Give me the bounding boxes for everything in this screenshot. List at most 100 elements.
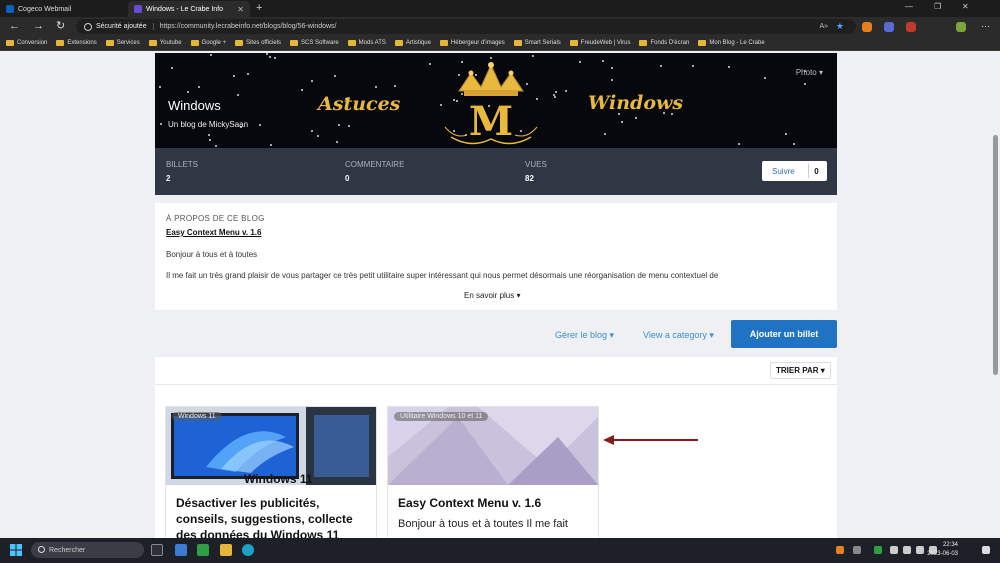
taskbar-search-input[interactable]: Rechercher xyxy=(31,542,144,558)
star-decoration xyxy=(336,141,338,143)
bookmark-label: Services xyxy=(116,40,140,46)
folder-icon xyxy=(235,40,244,46)
tray-icon[interactable] xyxy=(836,546,844,554)
bookmark-item[interactable]: Mon Blog - Le Crabe xyxy=(698,40,765,46)
edge-icon[interactable] xyxy=(242,544,254,556)
volume-icon[interactable] xyxy=(916,546,924,554)
star-decoration xyxy=(611,79,613,81)
star-decoration xyxy=(785,133,787,135)
category-tag[interactable]: Utilitaire Windows 10 et 11 xyxy=(394,412,489,421)
notification-icon[interactable] xyxy=(982,546,990,554)
bookmark-item[interactable]: Extensions xyxy=(56,40,97,46)
bookmark-item[interactable]: Artistique xyxy=(394,40,431,46)
close-window-icon[interactable]: ✕ xyxy=(962,2,969,11)
windows-start-icon[interactable] xyxy=(10,544,22,556)
profile-icon[interactable] xyxy=(956,22,966,32)
manage-blog-dropdown[interactable]: Gérer le blog ▾ xyxy=(555,330,614,341)
bookmark-item[interactable]: Smart Serials xyxy=(513,40,561,46)
star-decoration xyxy=(233,75,235,77)
maximize-icon[interactable]: ❐ xyxy=(934,2,941,11)
post-title[interactable]: Désactiver les publicités, conseils, sug… xyxy=(176,495,371,538)
read-more-button[interactable]: En savoir plus ▾ xyxy=(464,291,520,300)
folder-icon xyxy=(639,40,648,46)
tray-icon[interactable] xyxy=(874,546,882,554)
star-decoration xyxy=(209,139,211,141)
forward-icon[interactable]: → xyxy=(33,20,44,32)
tab-windows[interactable]: Windows - Le Crabe Info ✕ xyxy=(128,1,250,17)
posts-panel: TRIER PAR ▾ Windows 11 Windows 11 Désact… xyxy=(155,357,837,538)
bookmark-item[interactable]: Google + xyxy=(190,40,226,46)
blog-actions: Gérer le blog ▾ View a category ▾ Ajoute… xyxy=(155,317,837,352)
bookmark-item[interactable]: SCS Software xyxy=(289,40,339,46)
post-card[interactable]: Utilitaire Windows 10 et 11 Easy Context… xyxy=(387,406,599,538)
url-input[interactable]: Sécurité ajoutée https://community.lecra… xyxy=(76,19,856,34)
extension-icon[interactable] xyxy=(862,22,872,32)
star-decoration xyxy=(208,134,210,136)
star-decoration xyxy=(635,117,637,119)
store-icon[interactable] xyxy=(197,544,209,556)
network-icon[interactable] xyxy=(903,546,911,554)
new-tab-icon[interactable]: + xyxy=(256,1,262,15)
tray-icon[interactable] xyxy=(890,546,898,554)
about-post-link[interactable]: Easy Context Menu v. 1.6 xyxy=(166,228,261,237)
refresh-icon[interactable]: ↻ xyxy=(56,20,65,32)
menu-icon[interactable]: ⋯ xyxy=(981,20,990,32)
photo-button[interactable]: Photo ▾ xyxy=(796,68,823,77)
bookmark-item[interactable]: FreudeWeb | Virus xyxy=(569,40,630,46)
bookmark-label: Artistique xyxy=(405,40,431,46)
star-decoration xyxy=(171,67,173,69)
bookmark-item[interactable]: Services xyxy=(105,40,140,46)
bookmark-label: Mods ATS xyxy=(358,40,386,46)
star-decoration xyxy=(274,57,276,59)
bookmark-item[interactable]: Mods ATS xyxy=(347,40,386,46)
extension-icon[interactable] xyxy=(884,22,894,32)
post-excerpt: Bonjour à tous et à toutes Il me fait xyxy=(398,518,568,530)
star-decoration xyxy=(215,145,217,147)
tray-icon[interactable] xyxy=(853,546,861,554)
star-decoration xyxy=(311,130,313,132)
add-post-button[interactable]: Ajouter un billet xyxy=(731,320,837,348)
follow-label: Suivre xyxy=(772,166,795,176)
follow-button[interactable]: Suivre 0 xyxy=(762,161,827,181)
post-thumbnail[interactable]: Windows 11 Windows 11 xyxy=(166,407,376,485)
notepad-icon[interactable] xyxy=(175,544,187,556)
star-decoration xyxy=(311,80,313,82)
file-explorer-icon[interactable] xyxy=(220,544,232,556)
post-title[interactable]: Easy Context Menu v. 1.6 xyxy=(398,495,593,511)
search-icon xyxy=(38,546,45,553)
bookmark-label: Extensions xyxy=(67,40,97,46)
folder-icon xyxy=(289,40,298,46)
bookmark-item[interactable]: Fonds D'écran xyxy=(639,40,689,46)
bookmark-label: Mon Blog - Le Crabe xyxy=(709,40,765,46)
back-icon[interactable]: ← xyxy=(9,20,20,32)
bookmark-item[interactable]: Sites officiels xyxy=(235,40,281,46)
minimize-icon[interactable]: — xyxy=(905,2,913,11)
star-decoration xyxy=(804,83,806,85)
post-thumbnail[interactable]: Utilitaire Windows 10 et 11 xyxy=(388,407,598,485)
star-decoration xyxy=(269,56,271,58)
star-decoration xyxy=(270,144,272,146)
site-icon xyxy=(134,5,142,13)
star-decoration xyxy=(565,90,567,92)
tab-cogeco[interactable]: Cogeco Webmail xyxy=(0,1,125,17)
bookmark-item[interactable]: Conversion xyxy=(6,40,47,46)
bookmark-item[interactable]: Hébergeur d'images xyxy=(439,40,505,46)
star-decoration xyxy=(259,124,261,126)
read-aloud-icon[interactable]: A» xyxy=(819,23,828,30)
extension-icon[interactable] xyxy=(906,22,916,32)
task-view-icon[interactable] xyxy=(151,544,163,556)
star-decoration xyxy=(553,94,555,96)
post-card[interactable]: Windows 11 Windows 11 Désactiver les pub… xyxy=(165,406,377,538)
system-clock[interactable]: 22:34 2023-06-03 xyxy=(927,541,958,559)
scrollbar-thumb[interactable] xyxy=(993,135,998,375)
sort-dropdown[interactable]: TRIER PAR ▾ xyxy=(770,362,831,379)
view-category-dropdown[interactable]: View a category ▾ xyxy=(643,330,714,341)
divider xyxy=(155,384,837,385)
category-tag[interactable]: Windows 11 xyxy=(172,412,222,421)
close-tab-icon[interactable]: ✕ xyxy=(237,5,244,14)
stat-value-views: 82 xyxy=(525,174,534,183)
url-text: https://community.lecrabeinfo.net/blogs/… xyxy=(159,23,337,30)
stat-value-comments: 0 xyxy=(345,174,350,183)
bookmark-item[interactable]: Youtube xyxy=(148,40,182,46)
favorite-star-icon[interactable]: ★ xyxy=(836,21,844,32)
